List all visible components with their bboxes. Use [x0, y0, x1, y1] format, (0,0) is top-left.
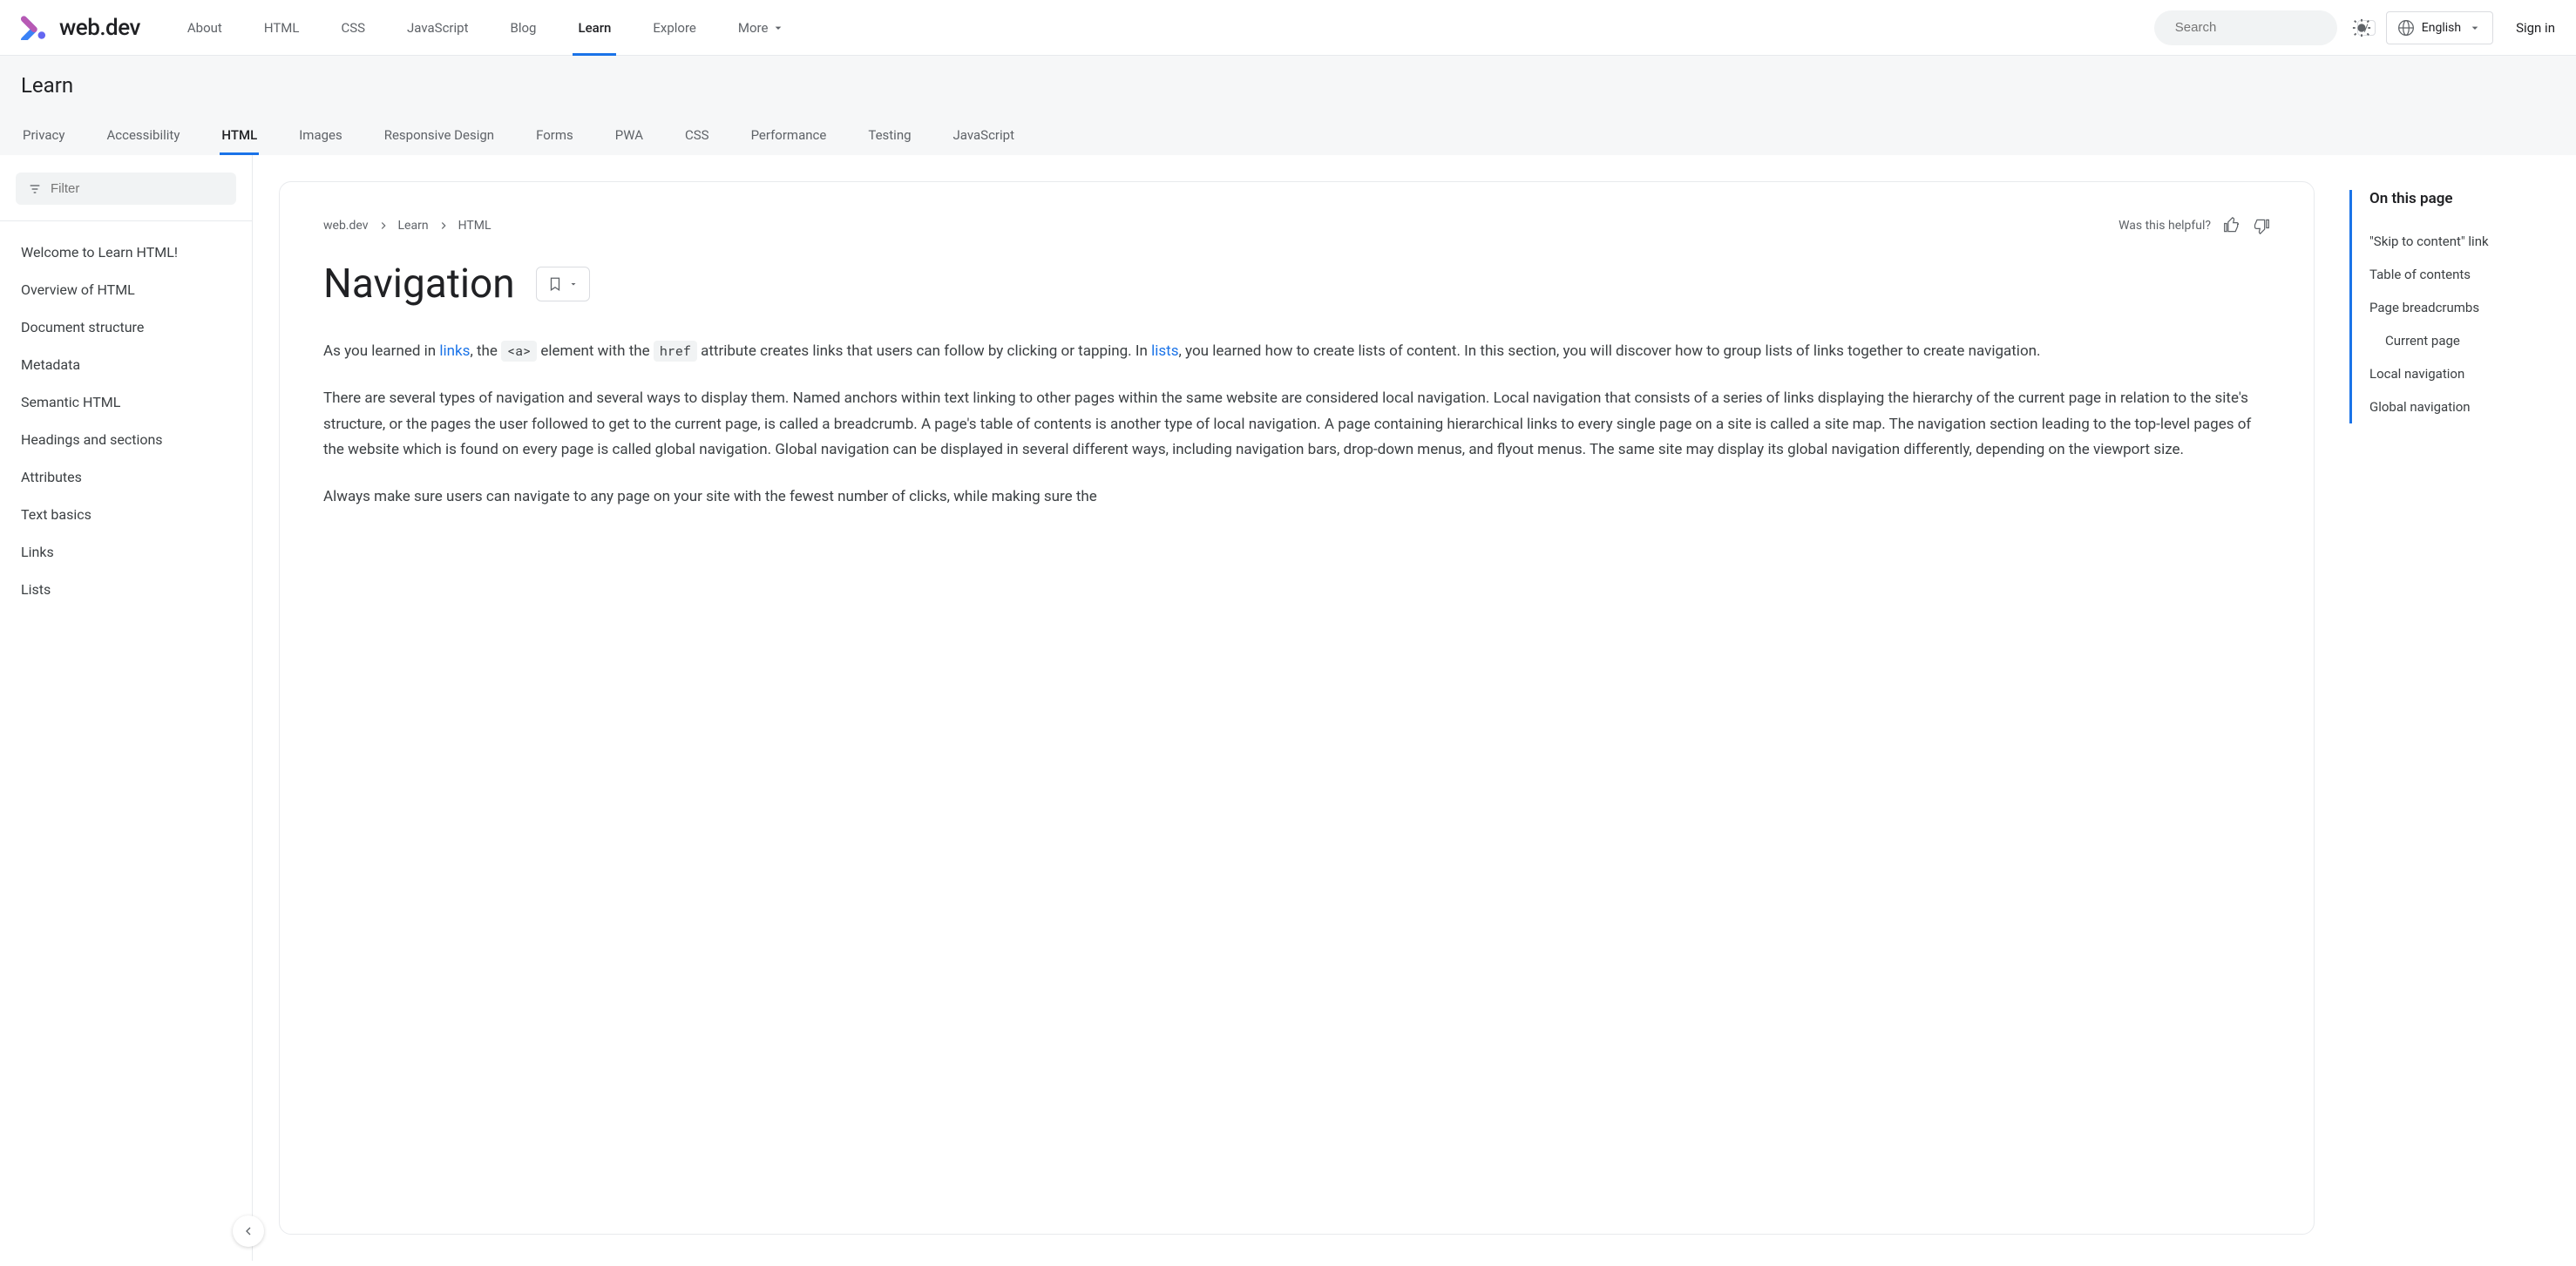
breadcrumb-row: web.dev Learn HTML Was this helpful?	[323, 217, 2270, 234]
nav-explore[interactable]: Explore	[647, 0, 702, 55]
toc-item[interactable]: Global navigation	[2369, 390, 2550, 423]
collapse-sidebar-button[interactable]	[233, 1215, 264, 1247]
link-lists[interactable]: lists	[1151, 342, 1178, 360]
breadcrumb-item[interactable]: web.dev	[323, 219, 369, 233]
filter-icon	[28, 182, 42, 196]
sidebar-divider	[0, 220, 252, 221]
subtab-pwa[interactable]: PWA	[613, 115, 645, 155]
code-a: <a>	[501, 341, 537, 362]
breadcrumb: web.dev Learn HTML	[323, 219, 491, 233]
bookmark-icon	[547, 276, 563, 292]
subtab-privacy[interactable]: Privacy	[21, 115, 66, 155]
sidebar-item[interactable]: Document structure	[0, 308, 252, 346]
helpful-widget: Was this helpful?	[2118, 217, 2270, 234]
chevron-left-icon	[241, 1224, 255, 1238]
paragraph: As you learned in links, the <a> element…	[323, 339, 2270, 365]
nav-about[interactable]: About	[182, 0, 227, 55]
chevron-right-icon	[437, 220, 450, 232]
signin-link[interactable]: Sign in	[2516, 20, 2555, 36]
nav-javascript[interactable]: JavaScript	[402, 0, 473, 55]
sidebar-item[interactable]: Attributes	[0, 458, 252, 496]
chevron-down-icon	[568, 279, 579, 289]
toc-title: On this page	[2369, 190, 2550, 207]
subtab-performance[interactable]: Performance	[749, 115, 829, 155]
subheader: Learn Privacy Accessibility HTML Images …	[0, 56, 2576, 155]
paragraph: There are several types of navigation an…	[323, 386, 2270, 464]
sidebar-item[interactable]: Welcome to Learn HTML!	[0, 234, 252, 271]
logo[interactable]: web.dev	[21, 15, 140, 41]
sun-icon	[2352, 18, 2371, 37]
sidebar-item[interactable]: Links	[0, 533, 252, 571]
search-input[interactable]	[2175, 20, 2349, 35]
subtab-javascript[interactable]: JavaScript	[952, 115, 1016, 155]
sidebar-item[interactable]: Metadata	[0, 346, 252, 383]
subtab-responsive[interactable]: Responsive Design	[383, 115, 496, 155]
helpful-label: Was this helpful?	[2118, 219, 2211, 233]
breadcrumb-item[interactable]: HTML	[458, 219, 491, 233]
article-body: As you learned in links, the <a> element…	[323, 339, 2270, 511]
chevron-right-icon	[377, 220, 390, 232]
table-of-contents: On this page "Skip to content" link Tabl…	[2349, 181, 2550, 1235]
page-title-row: Navigation	[323, 261, 2270, 308]
paragraph: Always make sure users can navigate to a…	[323, 484, 2270, 511]
bookmark-button[interactable]	[536, 267, 590, 301]
sidebar-item[interactable]: Lists	[0, 571, 252, 608]
breadcrumb-item[interactable]: Learn	[398, 219, 429, 233]
subtab-forms[interactable]: Forms	[534, 115, 575, 155]
sidebar-item[interactable]: Semantic HTML	[0, 383, 252, 421]
code-href: href	[654, 341, 697, 362]
article-container: web.dev Learn HTML Was this helpful? Nav…	[279, 181, 2315, 1235]
filter-input[interactable]	[51, 181, 224, 196]
top-header: web.dev About HTML CSS JavaScript Blog L…	[0, 0, 2576, 56]
nav-blog[interactable]: Blog	[505, 0, 542, 55]
link-links[interactable]: links	[439, 342, 470, 360]
toc-item[interactable]: Local navigation	[2369, 357, 2550, 390]
toc-item[interactable]: Table of contents	[2369, 258, 2550, 291]
toc-item[interactable]: Current page	[2369, 324, 2550, 357]
toc-item[interactable]: "Skip to content" link	[2369, 225, 2550, 258]
main-content: web.dev Learn HTML Was this helpful? Nav…	[253, 155, 2576, 1261]
site-name: web.dev	[59, 15, 140, 41]
top-nav: About HTML CSS JavaScript Blog Learn Exp…	[182, 0, 791, 55]
language-selector[interactable]: English	[2386, 11, 2493, 44]
nav-html[interactable]: HTML	[259, 0, 305, 55]
subtab-css[interactable]: CSS	[683, 115, 711, 155]
thumbs-down-icon[interactable]	[2253, 217, 2270, 234]
theme-toggle[interactable]	[2344, 10, 2379, 45]
sidebar-item[interactable]: Overview of HTML	[0, 271, 252, 308]
thumbs-up-icon[interactable]	[2223, 217, 2240, 234]
subtabs: Privacy Accessibility HTML Images Respon…	[21, 115, 2555, 155]
nav-css[interactable]: CSS	[336, 0, 370, 55]
subtab-testing[interactable]: Testing	[866, 115, 912, 155]
sidebar: Welcome to Learn HTML! Overview of HTML …	[0, 155, 253, 1261]
content-layout: Welcome to Learn HTML! Overview of HTML …	[0, 155, 2576, 1261]
subtab-html[interactable]: HTML	[220, 115, 259, 155]
toc-item[interactable]: Page breadcrumbs	[2369, 291, 2550, 324]
nav-more[interactable]: More	[733, 0, 791, 55]
filter-box[interactable]	[16, 173, 236, 205]
subheader-title: Learn	[21, 73, 2555, 98]
subtab-images[interactable]: Images	[297, 115, 344, 155]
chevron-down-icon	[2468, 21, 2482, 35]
subtab-accessibility[interactable]: Accessibility	[105, 115, 181, 155]
nav-more-label: More	[738, 20, 769, 36]
sidebar-item[interactable]: Headings and sections	[0, 421, 252, 458]
logo-icon	[21, 16, 51, 40]
sidebar-item[interactable]: Text basics	[0, 496, 252, 533]
nav-learn[interactable]: Learn	[573, 0, 616, 55]
search-box[interactable]: /	[2154, 10, 2337, 45]
globe-icon	[2397, 19, 2415, 37]
chevron-down-icon	[771, 21, 785, 35]
language-label: English	[2422, 21, 2461, 35]
page-title: Navigation	[323, 261, 515, 308]
